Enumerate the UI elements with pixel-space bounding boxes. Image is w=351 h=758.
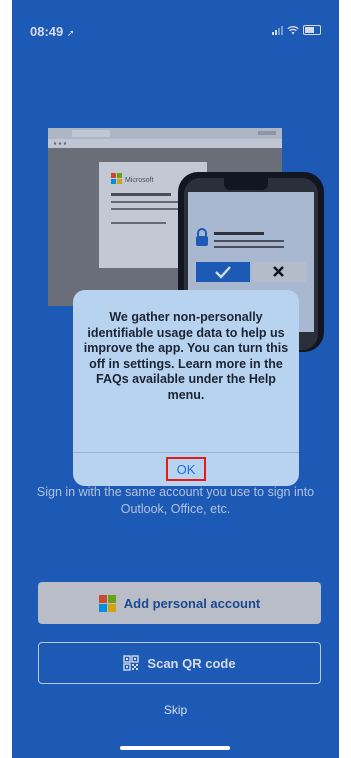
home-indicator (120, 746, 230, 750)
usage-data-alert-dialog: We gather non-personally identifiable us… (73, 290, 299, 486)
app-screen: 08:49 ➚ Microsoft Sign in with the same … (12, 0, 339, 758)
dialog-ok-button[interactable]: OK (166, 457, 206, 481)
dialog-message: We gather non-personally identifiable us… (83, 310, 289, 402)
dialog-divider (73, 452, 299, 453)
